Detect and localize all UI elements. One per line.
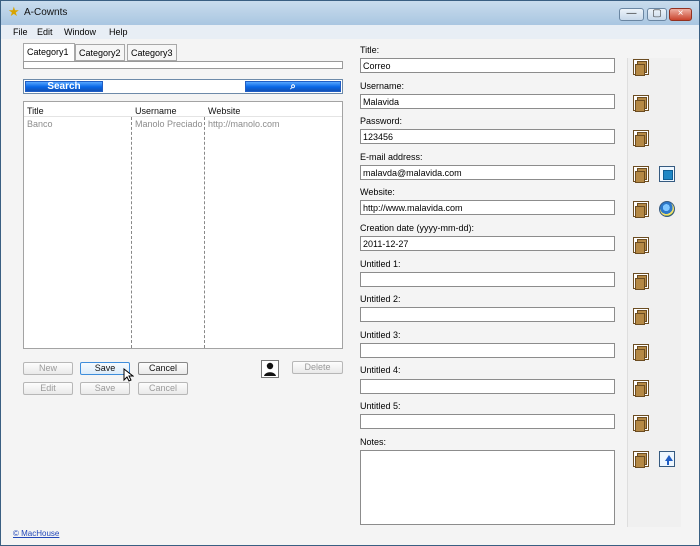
untitled4-label: Untitled 4: bbox=[360, 365, 401, 375]
user-icon bbox=[264, 362, 276, 376]
upload-icon[interactable] bbox=[659, 451, 675, 467]
close-icon: × bbox=[677, 8, 684, 19]
copy-title-icon[interactable] bbox=[633, 59, 649, 76]
copy-untitled3-icon[interactable] bbox=[633, 344, 649, 361]
column-header-website[interactable]: Website bbox=[208, 106, 240, 116]
app-icon: ★ bbox=[8, 4, 20, 19]
table-cell-title: Banco bbox=[27, 119, 53, 129]
creation-date-label: Creation date (yyyy-mm-dd): bbox=[360, 223, 475, 233]
table-cell-website: http://manolo.com bbox=[208, 119, 280, 129]
password-field[interactable]: 123456 bbox=[360, 129, 615, 144]
copy-username-icon[interactable] bbox=[633, 95, 649, 112]
menu-file[interactable]: File bbox=[13, 27, 28, 37]
untitled2-label: Untitled 2: bbox=[360, 294, 401, 304]
menu-help[interactable]: Help bbox=[109, 27, 128, 37]
close-button[interactable]: × bbox=[669, 8, 692, 21]
untitled3-field[interactable] bbox=[360, 343, 615, 358]
column-header-username[interactable]: Username bbox=[135, 106, 177, 116]
cancel-secondary-button[interactable]: Cancel bbox=[138, 382, 188, 395]
email-field[interactable]: malavda@malavida.com bbox=[360, 165, 615, 180]
untitled1-label: Untitled 1: bbox=[360, 259, 401, 269]
creation-date-field[interactable]: 2011-12-27 bbox=[360, 236, 615, 251]
search-icon-button[interactable]: ⌕ bbox=[245, 81, 341, 92]
table-row[interactable]: Banco Manolo Preciado http://manolo.com bbox=[24, 118, 342, 129]
tab-label: Category2 bbox=[79, 48, 121, 58]
mouse-cursor-icon bbox=[123, 368, 134, 382]
table-cell-username: Manolo Preciado bbox=[135, 119, 203, 129]
table-column-divider bbox=[204, 117, 205, 348]
category-tab-panel bbox=[23, 61, 343, 69]
password-label: Password: bbox=[360, 116, 403, 126]
search-icon: ⌕ bbox=[290, 81, 296, 92]
tab-category3[interactable]: Category3 bbox=[127, 44, 177, 61]
untitled1-field[interactable] bbox=[360, 272, 615, 287]
copy-password-icon[interactable] bbox=[633, 130, 649, 147]
copy-untitled1-icon[interactable] bbox=[633, 273, 649, 290]
edit-button[interactable]: Edit bbox=[23, 382, 73, 395]
new-button[interactable]: New bbox=[23, 362, 73, 375]
notes-label: Notes: bbox=[360, 437, 387, 447]
tab-label: Category1 bbox=[27, 47, 69, 57]
delete-button[interactable]: Delete bbox=[292, 361, 343, 374]
user-avatar-button[interactable] bbox=[261, 360, 279, 378]
machouse-link[interactable]: © MacHouse bbox=[13, 529, 59, 538]
table-column-divider bbox=[131, 117, 132, 348]
copy-untitled5-icon[interactable] bbox=[633, 415, 649, 432]
untitled5-label: Untitled 5: bbox=[360, 401, 401, 411]
menu-window[interactable]: Window bbox=[64, 27, 96, 37]
records-table: Title Username Website Banco Manolo Prec… bbox=[23, 101, 343, 349]
column-header-title[interactable]: Title bbox=[27, 106, 44, 116]
untitled2-field[interactable] bbox=[360, 307, 615, 322]
website-label: Website: bbox=[360, 187, 395, 197]
application-window: ★ A-Cownts — ▢ × File Edit Window Help C… bbox=[0, 0, 700, 546]
tab-label: Category3 bbox=[131, 48, 173, 58]
search-input[interactable] bbox=[106, 81, 243, 92]
minimize-button[interactable]: — bbox=[619, 8, 644, 21]
cancel-button[interactable]: Cancel bbox=[138, 362, 188, 375]
untitled3-label: Untitled 3: bbox=[360, 330, 401, 340]
website-field[interactable]: http://www.malavida.com bbox=[360, 200, 615, 215]
copy-website-icon[interactable] bbox=[633, 201, 649, 218]
maximize-icon: ▢ bbox=[652, 8, 662, 19]
menu-edit[interactable]: Edit bbox=[37, 27, 53, 37]
untitled5-field[interactable] bbox=[360, 414, 615, 429]
copy-untitled4-icon[interactable] bbox=[633, 380, 649, 397]
copy-creation-date-icon[interactable] bbox=[633, 237, 649, 254]
title-label: Title: bbox=[360, 45, 380, 55]
maximize-button[interactable]: ▢ bbox=[647, 8, 667, 21]
username-field[interactable]: Malavida bbox=[360, 94, 615, 109]
copy-email-icon[interactable] bbox=[633, 166, 649, 183]
copy-untitled2-icon[interactable] bbox=[633, 308, 649, 325]
open-website-icon[interactable] bbox=[659, 201, 675, 217]
notes-textarea[interactable] bbox=[360, 450, 615, 525]
search-bar: Search ⌕ bbox=[23, 79, 343, 94]
tab-category1[interactable]: Category1 bbox=[23, 43, 75, 62]
minimize-icon: — bbox=[626, 8, 637, 19]
untitled4-field[interactable] bbox=[360, 379, 615, 394]
username-label: Username: bbox=[360, 81, 405, 91]
window-titlebar[interactable]: ★ A-Cownts — ▢ × bbox=[1, 1, 699, 25]
copy-notes-icon[interactable] bbox=[633, 451, 649, 468]
menu-bar: File Edit Window Help bbox=[1, 25, 699, 39]
table-header-divider bbox=[24, 116, 342, 117]
title-field[interactable]: Correo bbox=[360, 58, 615, 73]
tab-category2[interactable]: Category2 bbox=[75, 44, 125, 61]
window-title: A-Cownts bbox=[24, 7, 68, 18]
save-secondary-button[interactable]: Save bbox=[80, 382, 130, 395]
search-button[interactable]: Search bbox=[25, 81, 103, 92]
send-email-icon[interactable] bbox=[659, 166, 675, 182]
email-label: E-mail address: bbox=[360, 152, 423, 162]
